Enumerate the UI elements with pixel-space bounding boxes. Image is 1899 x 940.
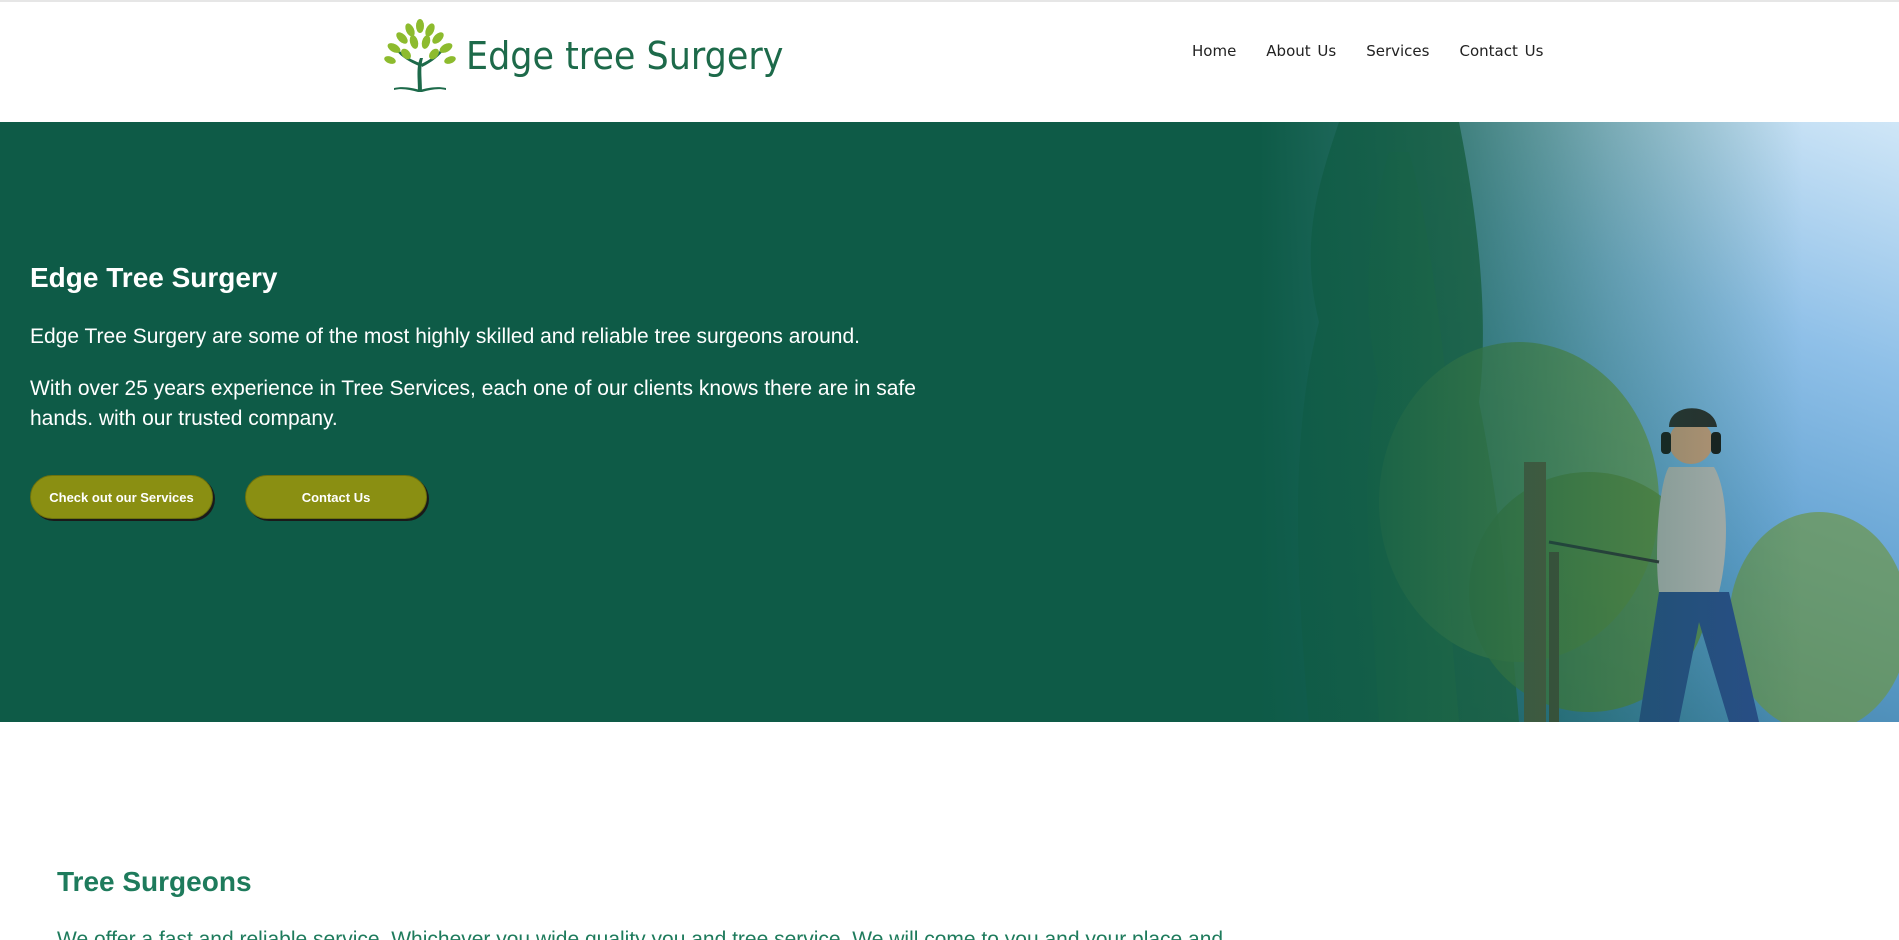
- hero-banner: Edge Tree Surgery Edge Tree Surgery are …: [0, 122, 1899, 722]
- hero-photo: [1259, 122, 1899, 722]
- nav-home[interactable]: Home: [1192, 42, 1236, 60]
- contact-us-button[interactable]: Contact Us: [245, 475, 427, 519]
- hero-paragraph-1: Edge Tree Surgery are some of the most h…: [30, 325, 860, 348]
- section-paragraph: We offer a fast and reliable service. Wh…: [57, 928, 1224, 940]
- logo[interactable]: Edge tree Surgery: [380, 18, 811, 94]
- tree-logo-icon: [384, 19, 456, 92]
- site-header: Edge tree Surgery Home About Us Services…: [0, 2, 1899, 121]
- nav-about-us[interactable]: About Us: [1266, 42, 1336, 60]
- services-button[interactable]: Check out our Services: [30, 475, 213, 519]
- brand-name: Edge tree Surgery: [466, 34, 784, 78]
- section-title: Tree Surgeons: [57, 866, 252, 897]
- nav-services[interactable]: Services: [1366, 42, 1429, 60]
- main-nav: Home About Us Services Contact Us: [1192, 42, 1573, 60]
- hero-paragraph-2: With over 25 years experience in Tree Se…: [30, 377, 916, 430]
- nav-contact-us[interactable]: Contact Us: [1459, 42, 1543, 60]
- hero-title: Edge Tree Surgery: [30, 262, 278, 293]
